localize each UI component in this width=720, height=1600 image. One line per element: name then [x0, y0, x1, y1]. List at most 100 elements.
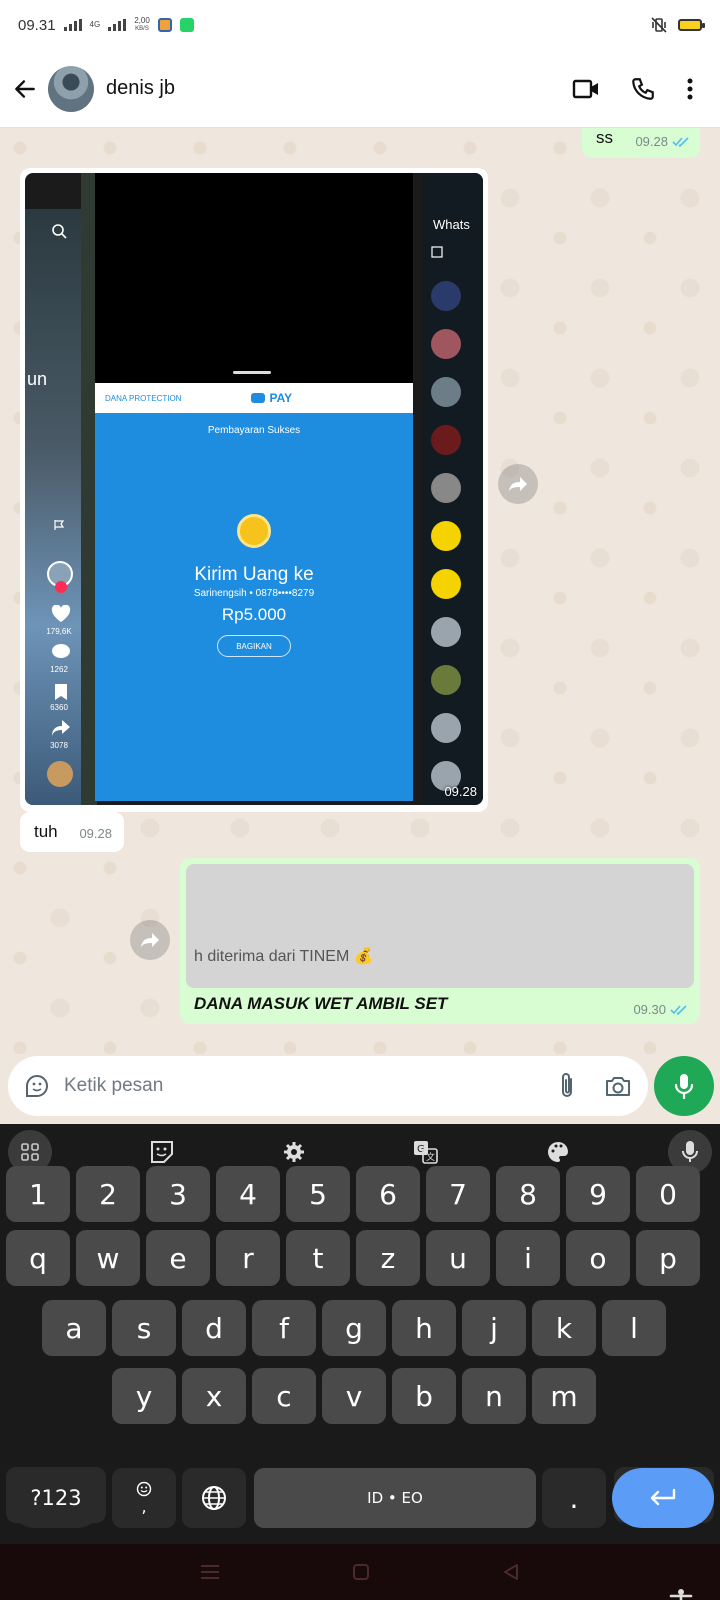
- key-q[interactable]: q: [6, 1230, 70, 1286]
- space-key[interactable]: ID • EO: [254, 1468, 536, 1528]
- forward-button[interactable]: [498, 464, 538, 504]
- key-g[interactable]: g: [322, 1300, 386, 1356]
- heart-icon: [51, 605, 71, 622]
- chat-avatar: [431, 425, 461, 455]
- more-vert-icon[interactable]: [686, 77, 694, 101]
- quoted-message[interactable]: h diterima dari TINEM 💰: [186, 864, 694, 988]
- message-text: tuh: [34, 822, 58, 841]
- chat-avatar: [431, 473, 461, 503]
- key-d[interactable]: d: [182, 1300, 246, 1356]
- key-r[interactable]: r: [216, 1230, 280, 1286]
- globe-icon: [202, 1486, 226, 1510]
- back-arrow-icon[interactable]: [12, 76, 38, 102]
- screenshot-image[interactable]: un 179,6K 1262 6360 3078 DANA PROTECTION…: [25, 173, 483, 805]
- key-x[interactable]: x: [182, 1368, 246, 1424]
- key-1[interactable]: 1: [6, 1166, 70, 1222]
- key-s[interactable]: s: [112, 1300, 176, 1356]
- recent-app-preview: [95, 173, 413, 383]
- key-w[interactable]: w: [76, 1230, 140, 1286]
- chat-avatar: [431, 521, 461, 551]
- read-ticks-icon: [672, 136, 689, 147]
- bookmarks-count: 6360: [50, 703, 68, 712]
- key-2[interactable]: 2: [76, 1166, 140, 1222]
- key-b[interactable]: b: [392, 1368, 456, 1424]
- chat-avatar: [431, 713, 461, 743]
- forward-button[interactable]: [130, 920, 170, 960]
- key-h[interactable]: h: [392, 1300, 456, 1356]
- whatsapp-title: Whats: [433, 217, 470, 232]
- key-l[interactable]: l: [602, 1300, 666, 1356]
- key-8[interactable]: 8: [496, 1166, 560, 1222]
- gear-icon: [284, 1142, 304, 1162]
- message-input[interactable]: Ketik pesan: [8, 1056, 648, 1116]
- message-incoming[interactable]: tuh 09.28: [20, 812, 124, 852]
- message-time: 09.30: [633, 1002, 666, 1017]
- key-p[interactable]: p: [636, 1230, 700, 1286]
- sticker-icon: [151, 1141, 173, 1163]
- key-n[interactable]: n: [462, 1368, 526, 1424]
- enter-key[interactable]: [612, 1468, 714, 1528]
- key-5[interactable]: 5: [286, 1166, 350, 1222]
- key-j[interactable]: j: [462, 1300, 526, 1356]
- key-9[interactable]: 9: [566, 1166, 630, 1222]
- vibrate-icon: [651, 17, 667, 33]
- message-image-incoming[interactable]: un 179,6K 1262 6360 3078 DANA PROTECTION…: [20, 168, 488, 812]
- transfer-amount: Rp5.000: [221, 605, 287, 624]
- share-button: BAGIKAN: [217, 635, 291, 657]
- system-nav-bar: [0, 1544, 720, 1600]
- key-6[interactable]: 6: [356, 1166, 420, 1222]
- key-u[interactable]: u: [426, 1230, 490, 1286]
- status-bar: 09.31 4G 2,00 KB/S: [0, 0, 720, 50]
- key-k[interactable]: k: [532, 1300, 596, 1356]
- key-t[interactable]: t: [286, 1230, 350, 1286]
- video-call-icon[interactable]: [572, 78, 600, 100]
- follow-plus-icon: [55, 581, 67, 593]
- sticker-icon[interactable]: [24, 1073, 50, 1099]
- comment-icon: [52, 644, 70, 658]
- home-icon[interactable]: [351, 1562, 371, 1582]
- key-e[interactable]: e: [146, 1230, 210, 1286]
- contact-name[interactable]: denis jb: [106, 77, 175, 100]
- chat-area[interactable]: ss 09.28 un 179,6K 1262 6360 3078 DANA P…: [0, 128, 720, 1054]
- period-key[interactable]: .: [542, 1468, 606, 1528]
- key-o[interactable]: o: [566, 1230, 630, 1286]
- language-key[interactable]: [182, 1468, 246, 1528]
- key-0[interactable]: 0: [636, 1166, 700, 1222]
- accessibility-icon[interactable]: [668, 1588, 694, 1600]
- tiktok-panel: un 179,6K 1262 6360 3078: [25, 209, 81, 805]
- symbols-key[interactable]: ?123: [6, 1468, 106, 1528]
- camera-icon[interactable]: [604, 1074, 632, 1098]
- recents-menu-icon[interactable]: [199, 1563, 221, 1581]
- key-f[interactable]: f: [252, 1300, 316, 1356]
- message-text: DANA MASUK WET AMBIL SET: [194, 994, 448, 1013]
- key-7[interactable]: 7: [426, 1166, 490, 1222]
- key-z[interactable]: z: [356, 1230, 420, 1286]
- signal-2-icon: [108, 19, 127, 31]
- comma-label: ,: [141, 1496, 147, 1516]
- emoji-icon: [136, 1481, 152, 1496]
- voice-record-button[interactable]: [654, 1056, 714, 1116]
- key-m[interactable]: m: [532, 1368, 596, 1424]
- translate-icon: G文: [414, 1141, 438, 1164]
- key-y[interactable]: y: [112, 1368, 176, 1424]
- attach-icon[interactable]: [558, 1072, 576, 1100]
- message-time: 09.28: [79, 826, 112, 841]
- key-4[interactable]: 4: [216, 1166, 280, 1222]
- chat-avatar: [431, 617, 461, 647]
- signal-icon: [63, 19, 82, 31]
- key-a[interactable]: a: [42, 1300, 106, 1356]
- back-icon[interactable]: [501, 1562, 521, 1582]
- key-v[interactable]: v: [322, 1368, 386, 1424]
- message-outgoing[interactable]: ss 09.28: [582, 128, 700, 158]
- key-c[interactable]: c: [252, 1368, 316, 1424]
- key-3[interactable]: 3: [146, 1166, 210, 1222]
- palette-icon: [548, 1142, 568, 1162]
- contact-avatar[interactable]: [48, 65, 94, 112]
- emoji-comma-key[interactable]: ,: [112, 1468, 176, 1528]
- phone-icon[interactable]: [630, 76, 656, 102]
- key-i[interactable]: i: [496, 1230, 560, 1286]
- message-outgoing-reply[interactable]: h diterima dari TINEM 💰 DANA MASUK WET A…: [180, 858, 700, 1024]
- message-time: 09.28: [635, 134, 668, 149]
- chat-avatar: [431, 569, 461, 599]
- quoted-text: h diterima dari TINEM 💰: [194, 948, 374, 965]
